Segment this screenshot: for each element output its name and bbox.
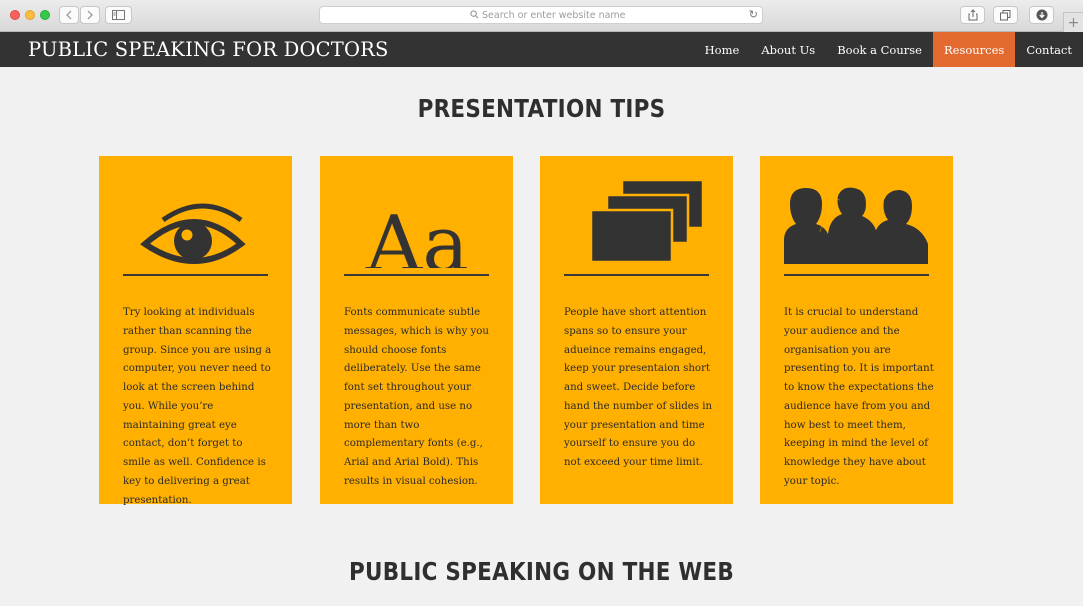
tip-card: Try looking at individuals rather than s… [99,156,292,506]
card-text: It is crucial to understand your audienc… [784,307,934,487]
nav-home[interactable]: Home [694,32,751,67]
section-heading: PRESENTATION TIPS [417,94,666,123]
tip-card: It is crucial to understand your audienc… [760,156,953,504]
nav-book-a-course[interactable]: Book a Course [826,32,933,67]
audience-icon [784,187,928,264]
sidebar-button[interactable] [105,6,132,24]
card-text: Try looking at individuals rather than s… [123,307,272,506]
card-text: Fonts communicate subtle messages, which… [344,307,489,487]
nav-resources[interactable]: Resources [932,32,1016,67]
tabs-icon [1000,9,1011,20]
forward-button[interactable] [80,6,100,24]
card-divider [564,274,709,276]
chevron-left-icon [66,10,72,20]
close-window-button[interactable] [10,10,20,20]
search-icon [470,10,479,19]
font-icon: Aa [365,200,469,268]
reload-icon[interactable]: ↻ [749,8,758,21]
eye-icon [140,203,246,264]
back-button[interactable] [59,6,79,24]
tip-card: People have short attention spans so to … [540,156,733,504]
downloads-button[interactable] [1029,6,1054,24]
address-input[interactable] [482,8,722,22]
chevron-right-icon [87,10,93,20]
section-heading-web: PUBLIC SPEAKING ON THE WEB [348,557,735,586]
new-tab-button[interactable]: + [1063,12,1083,32]
main-menu: Home About Us Book a Course Resources Co… [694,32,1083,67]
card-text: People have short attention spans so to … [564,307,713,468]
card-divider [784,274,929,276]
sidebar-icon [112,10,125,20]
site-brand[interactable]: PUBLIC SPEAKING FOR DOCTORS [28,38,389,61]
share-button[interactable] [960,6,985,24]
nav-contact[interactable]: Contact [1015,32,1083,67]
zoom-window-button[interactable] [40,10,50,20]
share-icon [968,9,977,21]
slides-icon [589,178,705,264]
address-bar[interactable]: ↻ [319,6,763,24]
download-icon [1036,9,1047,21]
card-divider [344,274,489,276]
minimize-window-button[interactable] [25,10,35,20]
site-navbar: PUBLIC SPEAKING FOR DOCTORS Home About U… [0,32,1083,67]
tabs-button[interactable] [993,6,1018,24]
font-icon-text: Aa [365,200,469,268]
nav-about-us[interactable]: About Us [750,32,826,67]
tip-card: Aa Fonts communicate subtle messages, wh… [320,156,513,504]
card-divider [123,274,268,276]
browser-toolbar: ↻ + [0,0,1083,32]
